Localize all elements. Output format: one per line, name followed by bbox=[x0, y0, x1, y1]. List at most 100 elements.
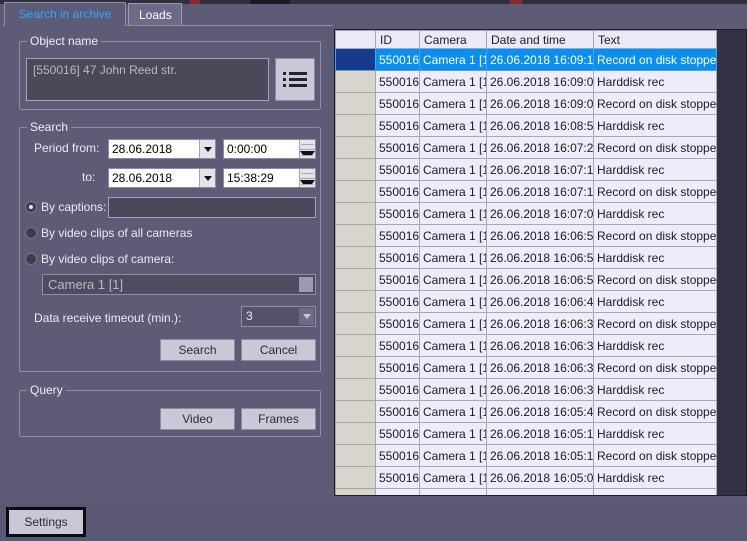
spin-buttons[interactable] bbox=[299, 140, 315, 158]
cell-camera: Camera 1 [1] bbox=[419, 158, 487, 181]
cell-id: 550016 bbox=[375, 466, 420, 489]
row-selector[interactable] bbox=[335, 70, 376, 93]
cell-text: Harddisk rec bbox=[593, 378, 717, 401]
column-header-id[interactable]: ID bbox=[375, 30, 420, 49]
cell-date-time: 26.06.2018 16:07:28 bbox=[486, 136, 594, 159]
object-list-button[interactable] bbox=[275, 58, 315, 101]
cell-id: 550016 bbox=[375, 48, 420, 71]
list-icon bbox=[283, 71, 307, 87]
table-row[interactable]: 550016 Camera 1 [1] 26.06.2018 16:06:58 Rec… bbox=[335, 224, 717, 247]
camera-select-value: Camera 1 [1] bbox=[48, 277, 124, 292]
cell-camera: Camera 1 [1] bbox=[419, 114, 487, 137]
cell-text: Record on disk stopped bbox=[593, 268, 717, 291]
table-row[interactable]: 550016Camera 1 [1]26.06.2018 16:04:15Rec… bbox=[335, 488, 717, 495]
row-selector[interactable] bbox=[335, 488, 376, 495]
table-row[interactable]: 550016 Camera 1 [1] 26.06.2018 16:06:47 Har… bbox=[335, 290, 717, 313]
table-row[interactable]: 550016 Camera 1 [1] 26.06.2018 16:06:38 Rec… bbox=[335, 312, 717, 335]
object-name-field[interactable]: [550016] 47 John Reed str. bbox=[26, 58, 269, 101]
cell-camera: Camera 1 [1] bbox=[419, 70, 487, 93]
row-selector[interactable] bbox=[335, 312, 376, 335]
row-selector[interactable] bbox=[335, 180, 376, 203]
captions-input[interactable] bbox=[108, 197, 316, 218]
settings-button[interactable]: Settings bbox=[6, 507, 86, 537]
row-selector[interactable] bbox=[335, 224, 376, 247]
table-row[interactable]: 550016 Camera 1 [1] 26.06.2018 16:05:12 Rec… bbox=[335, 444, 717, 467]
table-row[interactable]: 550016 Camera 1 [1] 26.06.2018 16:06:53 Har… bbox=[335, 246, 717, 269]
chevron-down-icon[interactable] bbox=[299, 308, 314, 325]
spin-buttons[interactable] bbox=[299, 169, 315, 187]
cell-date-time: 26.06.2018 16:08:52 bbox=[486, 114, 594, 137]
cell-id: 550016 bbox=[375, 246, 420, 269]
by-captions-label: By captions: bbox=[41, 200, 107, 214]
table-row[interactable]: 550016 Camera 1 [1] 26.06.2018 16:06:52 Rec… bbox=[335, 268, 717, 291]
tab-search-in-archive[interactable]: Search in archive bbox=[4, 2, 126, 26]
camera-select[interactable]: Camera 1 [1] bbox=[42, 274, 316, 295]
table-row[interactable]: 550016 Camera 1 [1] 26.06.2018 16:05:07 Har… bbox=[335, 466, 717, 489]
row-selector[interactable] bbox=[335, 334, 376, 357]
row-selector[interactable] bbox=[335, 356, 376, 379]
radio-by-clips-all[interactable] bbox=[25, 227, 37, 239]
spin-up-icon[interactable] bbox=[300, 169, 315, 179]
frames-button[interactable]: Frames bbox=[241, 408, 316, 430]
table-row[interactable]: 550016 Camera 1 [1] 26.06.2018 16:05:40 Rec… bbox=[335, 400, 717, 423]
column-header-date-time[interactable]: Date and time bbox=[486, 30, 594, 49]
row-selector[interactable] bbox=[335, 158, 376, 181]
table-row[interactable]: 550016 Camera 1 [1] 26.06.2018 16:05:14 Har… bbox=[335, 422, 717, 445]
time-to-value: 15:38:29 bbox=[227, 171, 274, 185]
cell-text: Record on disk stopped bbox=[593, 136, 717, 159]
row-selector[interactable] bbox=[335, 268, 376, 291]
date-from-picker[interactable]: 28.06.2018 bbox=[108, 139, 216, 159]
radio-by-captions[interactable] bbox=[25, 201, 37, 213]
table-row[interactable]: 550016 Camera 1 [1] 26.06.2018 16:09:05 Har… bbox=[335, 70, 717, 93]
radio-by-clips-camera[interactable] bbox=[25, 253, 37, 265]
table-row[interactable]: 550016 Camera 1 [1] 26.06.2018 16:06:33 Har… bbox=[335, 334, 717, 357]
table-row[interactable]: 550016 Camera 1 [1] 26.06.2018 16:09:00 Rec… bbox=[335, 92, 717, 115]
row-selector[interactable] bbox=[335, 466, 376, 489]
cell-id: 550016 bbox=[375, 180, 420, 203]
spin-up-icon[interactable] bbox=[300, 140, 315, 150]
row-selector[interactable] bbox=[335, 114, 376, 137]
spin-down-icon[interactable] bbox=[300, 150, 315, 159]
table-row[interactable]: 550016 Camera 1 [1] 26.06.2018 16:07:28 Rec… bbox=[335, 136, 717, 159]
row-selector[interactable] bbox=[335, 136, 376, 159]
row-selector[interactable] bbox=[335, 48, 376, 71]
cell-text: Harddisk rec bbox=[593, 158, 717, 181]
tab-loads[interactable]: Loads bbox=[128, 3, 182, 25]
timeout-select[interactable]: 3 bbox=[241, 306, 316, 327]
cell-camera: Camera 1 [1] bbox=[419, 312, 487, 335]
row-selector[interactable] bbox=[335, 92, 376, 115]
column-header-text[interactable]: Text bbox=[593, 30, 717, 49]
row-selector[interactable] bbox=[335, 444, 376, 467]
cell-camera: Camera 1 [1] bbox=[419, 466, 487, 489]
table-row[interactable]: 550016 Camera 1 [1] 26.06.2018 16:08:52 Har… bbox=[335, 114, 717, 137]
table-row[interactable]: 550016 Camera 1 [1] 26.06.2018 16:09:15 Rec… bbox=[335, 48, 717, 71]
camera-select-handle[interactable] bbox=[299, 277, 313, 292]
date-to-picker[interactable]: 28.06.2018 bbox=[108, 168, 216, 188]
row-selector[interactable] bbox=[335, 290, 376, 313]
row-selector[interactable] bbox=[335, 400, 376, 423]
table-row[interactable]: 550016 Camera 1 [1] 26.06.2018 16:06:32 Rec… bbox=[335, 356, 717, 379]
time-from-spinner[interactable]: 0:00:00 bbox=[223, 139, 316, 159]
row-selector[interactable] bbox=[335, 202, 376, 225]
time-to-spinner[interactable]: 15:38:29 bbox=[223, 168, 316, 188]
cell-text: Record on disk stopped bbox=[593, 488, 717, 495]
table-row[interactable]: 550016 Camera 1 [1] 26.06.2018 16:07:13 Rec… bbox=[335, 180, 717, 203]
table-row[interactable]: 550016 Camera 1 [1] 26.06.2018 16:07:14 Har… bbox=[335, 158, 717, 181]
video-button[interactable]: Video bbox=[160, 408, 235, 430]
row-selector[interactable] bbox=[335, 422, 376, 445]
cell-camera: Camera 1 [1] bbox=[419, 444, 487, 467]
cell-id: 550016 bbox=[375, 114, 420, 137]
cancel-button[interactable]: Cancel bbox=[241, 339, 316, 361]
row-selector[interactable] bbox=[335, 246, 376, 269]
column-header-camera[interactable]: Camera bbox=[419, 30, 487, 49]
chevron-down-icon[interactable] bbox=[199, 140, 215, 158]
chevron-down-icon[interactable] bbox=[199, 169, 215, 187]
row-selector[interactable] bbox=[335, 378, 376, 401]
cell-id: 550016 bbox=[375, 136, 420, 159]
table-row[interactable]: 550016 Camera 1 [1] 26.06.2018 16:06:30 Har… bbox=[335, 378, 717, 401]
table-row[interactable]: 550016 Camera 1 [1] 26.06.2018 16:07:02 Har… bbox=[335, 202, 717, 225]
cell-date-time: 26.06.2018 16:06:38 bbox=[486, 312, 594, 335]
cell-date-time: 26.06.2018 16:09:15 bbox=[486, 48, 594, 71]
search-button[interactable]: Search bbox=[160, 339, 235, 361]
spin-down-icon[interactable] bbox=[300, 179, 315, 188]
